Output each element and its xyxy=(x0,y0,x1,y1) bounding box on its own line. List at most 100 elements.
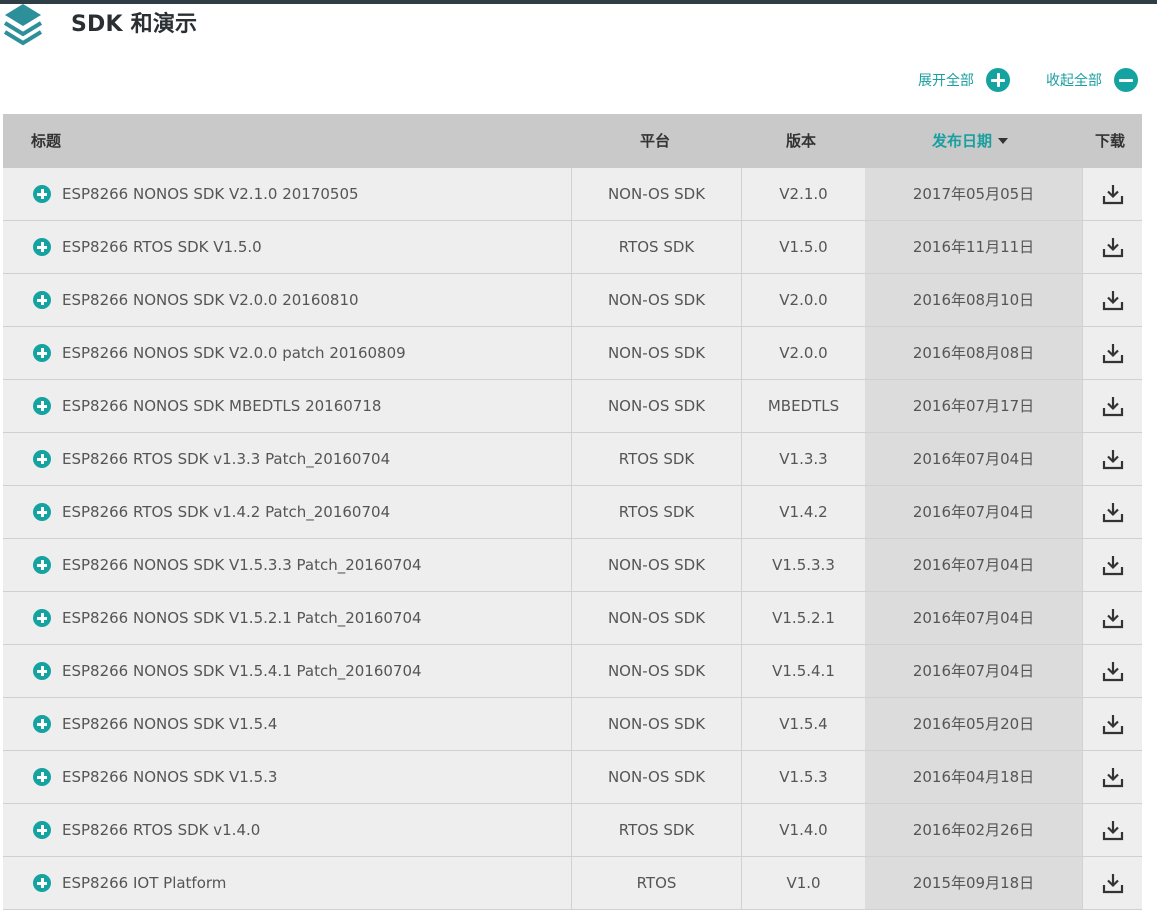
header-platform[interactable]: 平台 xyxy=(640,114,670,168)
cell-version: V1.5.3.3 xyxy=(772,556,835,574)
cell-title: ESP8266 RTOS SDK v1.4.0 xyxy=(3,804,572,856)
row-title[interactable]: ESP8266 IOT Platform xyxy=(62,857,226,909)
plus-circle-icon[interactable] xyxy=(33,662,51,680)
cell-version: V1.5.4 xyxy=(779,715,828,733)
cell-platform: NON-OS SDK xyxy=(572,327,742,379)
cell-title: ESP8266 NONOS SDK V1.5.2.1 Patch_2016070… xyxy=(3,592,572,644)
cell-version: V1.4.2 xyxy=(779,503,828,521)
download-button[interactable] xyxy=(1082,698,1143,750)
plus-circle-icon[interactable] xyxy=(33,715,51,733)
collapse-all-label: 收起全部 xyxy=(1046,73,1102,89)
table-row: ESP8266 NONOS SDK V2.0.0 patch 20160809 N… xyxy=(3,327,1142,380)
plus-circle-icon[interactable] xyxy=(33,291,51,309)
download-tray-icon xyxy=(1102,291,1124,311)
minus-circle-icon xyxy=(1114,68,1138,92)
cell-version: V1.5.2.1 xyxy=(772,609,835,627)
download-tray-icon xyxy=(1102,185,1124,205)
row-title[interactable]: ESP8266 NONOS SDK V1.5.3 xyxy=(62,751,277,803)
plus-circle-icon[interactable] xyxy=(33,238,51,256)
header-version[interactable]: 版本 xyxy=(786,114,816,168)
row-title[interactable]: ESP8266 NONOS SDK V1.5.2.1 Patch_2016070… xyxy=(62,592,422,644)
download-button[interactable] xyxy=(1082,168,1143,220)
cell-date: 2016年07月17日 xyxy=(865,380,1082,432)
expand-all-label: 展开全部 xyxy=(918,73,974,89)
download-tray-icon xyxy=(1102,821,1124,841)
cell-title: ESP8266 NONOS SDK V1.5.3 xyxy=(3,751,572,803)
table-row: ESP8266 NONOS SDK V1.5.3 NON-OS SDK V1.5.3… xyxy=(3,751,1142,804)
row-title[interactable]: ESP8266 NONOS SDK MBEDTLS 20160718 xyxy=(62,380,381,432)
download-button[interactable] xyxy=(1082,221,1143,273)
cell-platform: NON-OS SDK xyxy=(572,539,742,591)
plus-circle-icon[interactable] xyxy=(33,397,51,415)
plus-circle-icon[interactable] xyxy=(33,768,51,786)
cell-platform: NON-OS SDK xyxy=(572,168,742,220)
download-tray-icon xyxy=(1102,238,1124,258)
collapse-all-button[interactable]: 收起全部 xyxy=(1046,67,1138,93)
download-tray-icon xyxy=(1102,874,1124,894)
plus-circle-icon[interactable] xyxy=(33,344,51,362)
cell-date: 2016年07月04日 xyxy=(865,539,1082,591)
download-tray-icon xyxy=(1102,768,1124,788)
cell-title: ESP8266 NONOS SDK V1.5.4 xyxy=(3,698,572,750)
download-button[interactable] xyxy=(1082,539,1143,591)
download-button[interactable] xyxy=(1082,804,1143,856)
expand-all-button[interactable]: 展开全部 xyxy=(918,67,1010,93)
table-row: ESP8266 NONOS SDK V1.5.2.1 Patch_2016070… xyxy=(3,592,1142,645)
row-title[interactable]: ESP8266 NONOS SDK V2.1.0 20170505 xyxy=(62,168,359,220)
cell-date: 2016年07月04日 xyxy=(865,486,1082,538)
cell-version: MBEDTLS xyxy=(767,397,840,415)
cell-version: V2.0.0 xyxy=(779,344,828,362)
table-row: ESP8266 NONOS SDK V1.5.4 NON-OS SDK V1.5.4… xyxy=(3,698,1142,751)
table-row: ESP8266 NONOS SDK V1.5.4.1 Patch_2016070… xyxy=(3,645,1142,698)
row-title[interactable]: ESP8266 NONOS SDK V2.0.0 patch 20160809 xyxy=(62,327,406,379)
cell-title: ESP8266 RTOS SDK v1.4.2 Patch_20160704 xyxy=(3,486,572,538)
download-button[interactable] xyxy=(1082,751,1143,803)
download-button[interactable] xyxy=(1082,274,1143,326)
plus-circle-icon[interactable] xyxy=(33,609,51,627)
table-row: ESP8266 NONOS SDK V1.5.3.3 Patch_2016070… xyxy=(3,539,1142,592)
plus-circle-icon[interactable] xyxy=(33,821,51,839)
download-button[interactable] xyxy=(1082,380,1143,432)
cell-title: ESP8266 RTOS SDK V1.5.0 xyxy=(3,221,572,273)
top-bar xyxy=(0,0,1157,4)
cell-title: ESP8266 RTOS SDK v1.3.3 Patch_20160704 xyxy=(3,433,572,485)
header-download: 下载 xyxy=(1095,132,1126,150)
download-button[interactable] xyxy=(1082,645,1143,697)
cell-version: V1.4.0 xyxy=(779,821,828,839)
header-date-sort[interactable]: 发布日期 xyxy=(932,114,1009,168)
row-title[interactable]: ESP8266 NONOS SDK V1.5.4 xyxy=(62,698,277,750)
plus-circle-icon[interactable] xyxy=(33,556,51,574)
cell-platform: RTOS SDK xyxy=(572,433,742,485)
cell-platform: NON-OS SDK xyxy=(572,751,742,803)
download-button[interactable] xyxy=(1082,486,1143,538)
download-button[interactable] xyxy=(1082,327,1143,379)
row-title[interactable]: ESP8266 NONOS SDK V2.0.0 20160810 xyxy=(62,274,359,326)
table-row: ESP8266 RTOS SDK v1.4.2 Patch_20160704 RT… xyxy=(3,486,1142,539)
plus-circle-icon[interactable] xyxy=(33,185,51,203)
cell-date: 2016年08月10日 xyxy=(865,274,1082,326)
cell-title: ESP8266 NONOS SDK V1.5.4.1 Patch_2016070… xyxy=(3,645,572,697)
plus-circle-icon[interactable] xyxy=(33,450,51,468)
row-title[interactable]: ESP8266 NONOS SDK V1.5.4.1 Patch_2016070… xyxy=(62,645,422,697)
row-title[interactable]: ESP8266 RTOS SDK v1.4.2 Patch_20160704 xyxy=(62,486,390,538)
row-title[interactable]: ESP8266 RTOS SDK v1.3.3 Patch_20160704 xyxy=(62,433,390,485)
row-title[interactable]: ESP8266 NONOS SDK V1.5.3.3 Patch_2016070… xyxy=(62,539,422,591)
plus-circle-icon[interactable] xyxy=(33,874,51,892)
table-row: ESP8266 IOT Platform RTOS V1.0 2015年09月18日 xyxy=(3,857,1142,910)
header-title[interactable]: 标题 xyxy=(31,114,61,168)
cell-title: ESP8266 IOT Platform xyxy=(3,857,572,909)
download-button[interactable] xyxy=(1082,592,1143,644)
table-header: 标题 平台 版本 发布日期 下载 xyxy=(3,114,1142,168)
download-button[interactable] xyxy=(1082,857,1143,909)
plus-circle-icon[interactable] xyxy=(33,503,51,521)
page-title: SDK 和演示 xyxy=(71,12,198,37)
layers-stack-icon xyxy=(3,4,43,46)
download-tray-icon xyxy=(1102,344,1124,364)
cell-version: V1.5.0 xyxy=(779,238,828,256)
row-title[interactable]: ESP8266 RTOS SDK v1.4.0 xyxy=(62,804,260,856)
row-title[interactable]: ESP8266 RTOS SDK V1.5.0 xyxy=(62,221,262,273)
cell-platform: NON-OS SDK xyxy=(572,380,742,432)
download-button[interactable] xyxy=(1082,433,1143,485)
download-tray-icon xyxy=(1102,662,1124,682)
cell-title: ESP8266 NONOS SDK V2.0.0 20160810 xyxy=(3,274,572,326)
